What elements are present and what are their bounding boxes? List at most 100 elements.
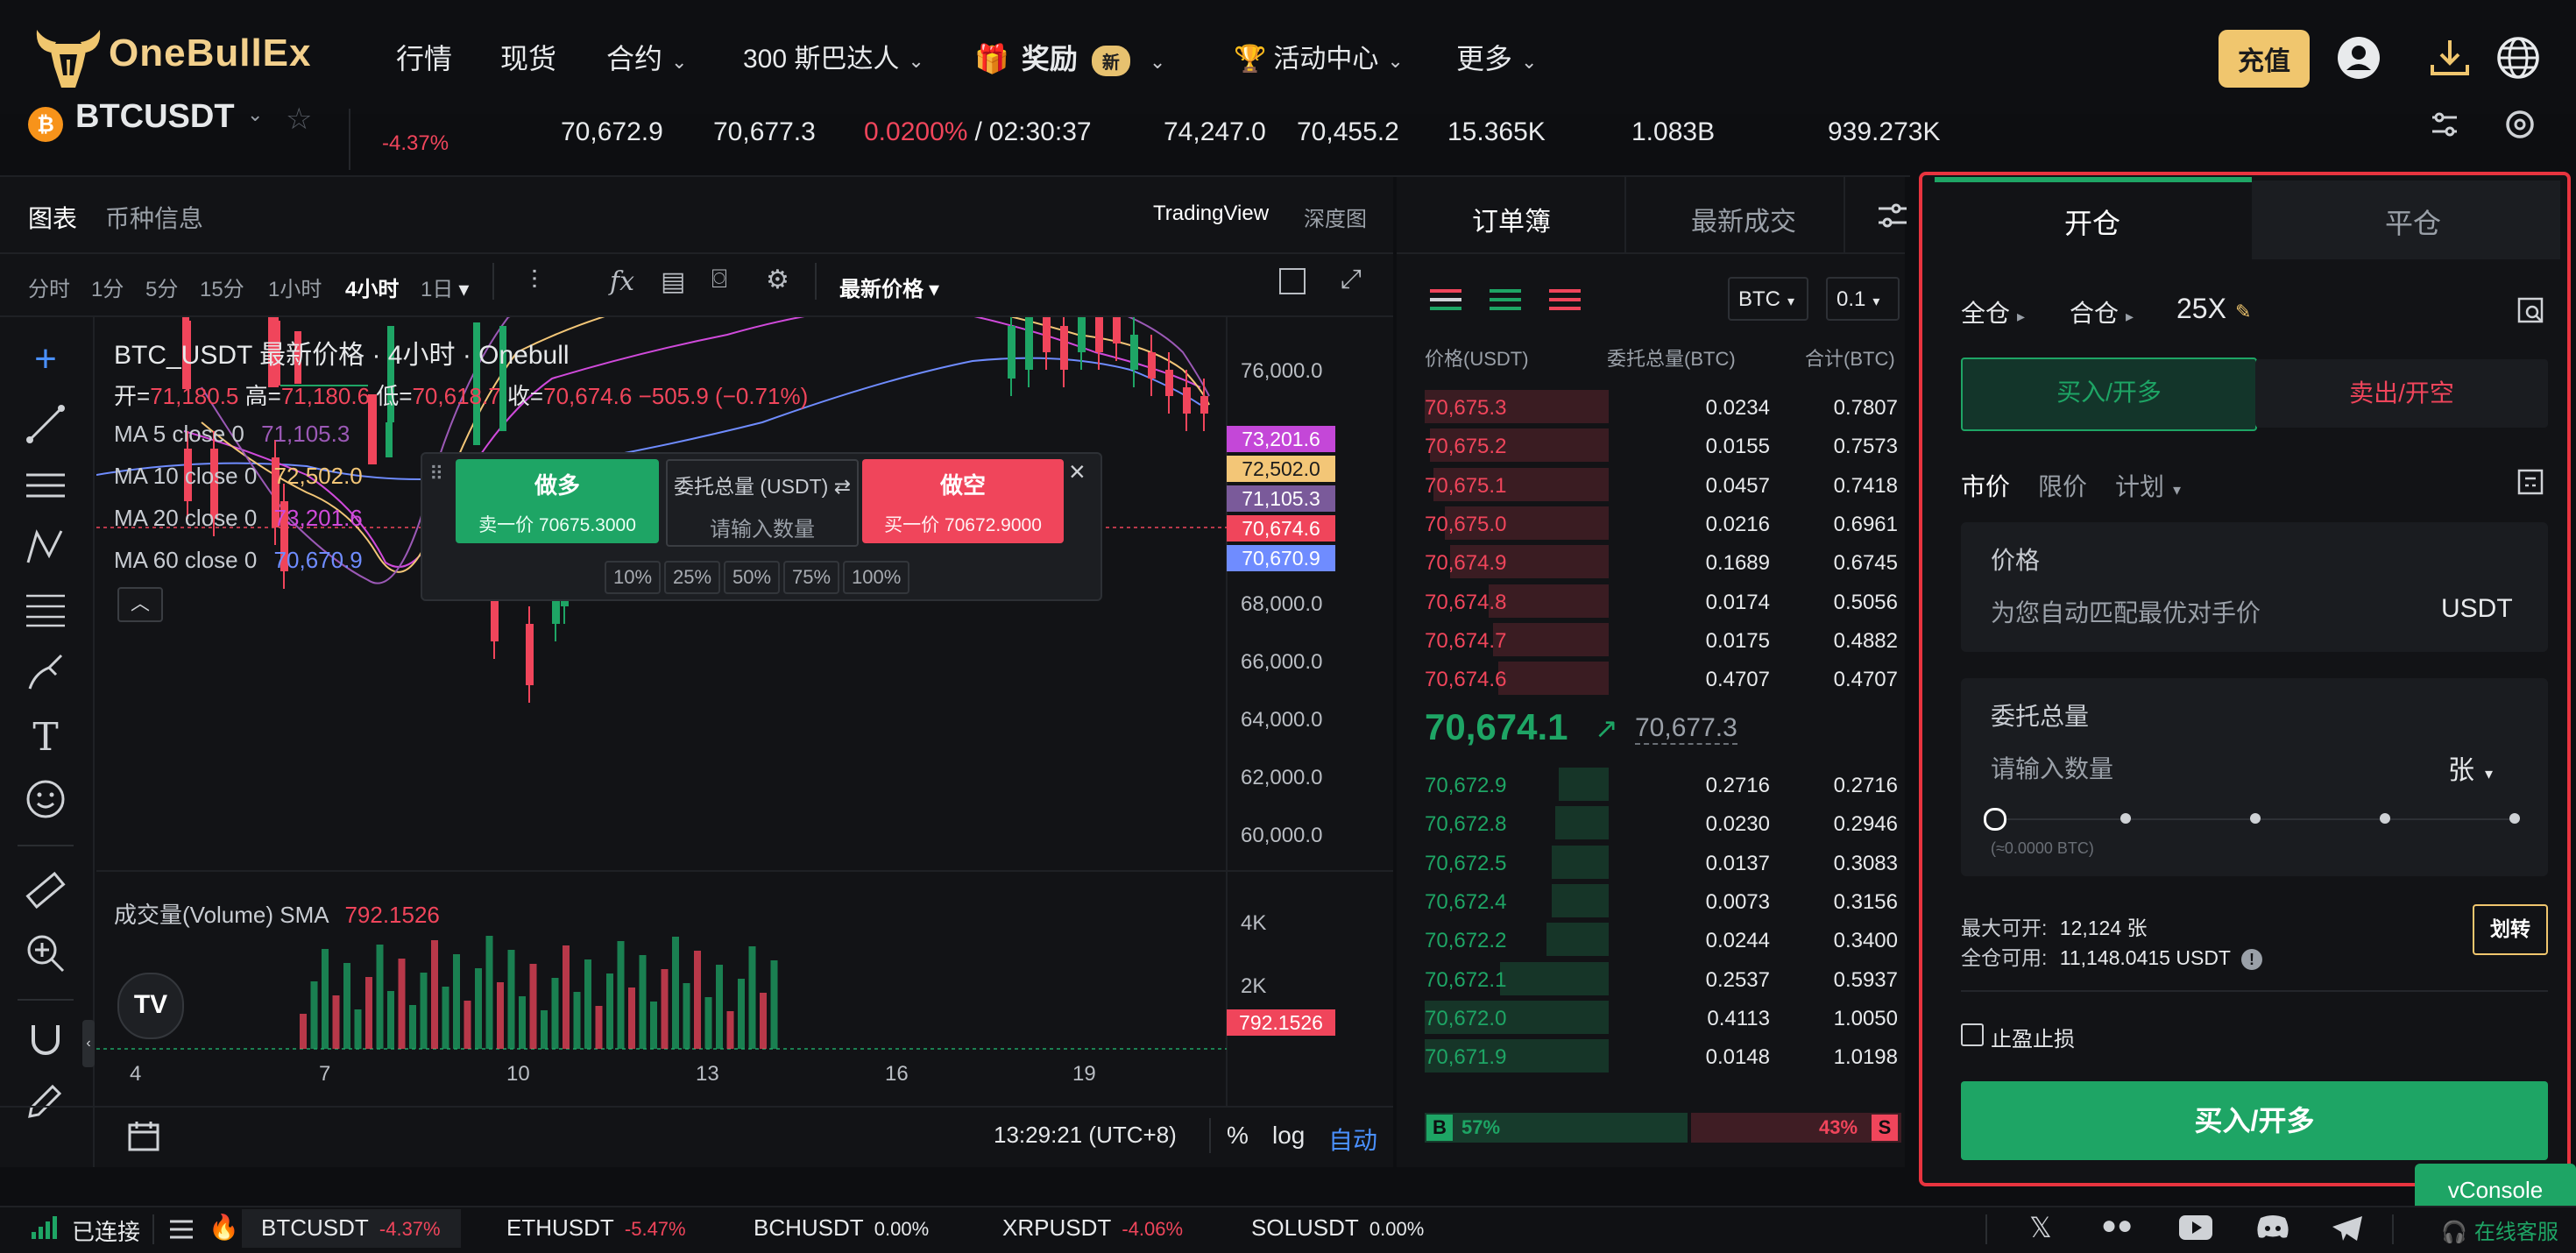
- quick-qty-input[interactable]: 请输入数量: [668, 512, 857, 542]
- swap-icon[interactable]: ⇄: [834, 475, 851, 498]
- book-asks-icon[interactable]: [1546, 284, 1584, 315]
- interval-15m[interactable]: 15分: [200, 272, 244, 302]
- log-scale-button[interactable]: log: [1272, 1122, 1305, 1150]
- ask-row[interactable]: 70,674.9 0.1689 0.6745: [1425, 542, 1905, 581]
- tpsl-checkbox[interactable]: [1961, 1023, 1984, 1046]
- window-icon[interactable]: [1279, 268, 1306, 294]
- pair-ticker[interactable]: XRPUSDT -4.06%: [1002, 1214, 1183, 1242]
- telegram-icon[interactable]: [2331, 1214, 2364, 1242]
- slider-tick[interactable]: [2380, 813, 2390, 824]
- online-support-link[interactable]: 🎧 在线客服: [2441, 1214, 2558, 1245]
- collapse-legend-icon[interactable]: ︿: [117, 587, 163, 622]
- side-buy-button[interactable]: 买入/开多: [1961, 357, 2257, 431]
- medium-icon[interactable]: ●●: [2101, 1211, 2133, 1241]
- brush-icon[interactable]: [23, 650, 68, 696]
- download-icon[interactable]: [2425, 33, 2474, 82]
- close-icon[interactable]: ×: [1069, 456, 1086, 488]
- crosshair-icon[interactable]: +: [23, 336, 68, 382]
- margin-mode-select[interactable]: 全仓 ▸: [1961, 294, 2025, 329]
- slider-tick[interactable]: [2120, 813, 2131, 824]
- tab-close-position[interactable]: 平仓: [2385, 202, 2441, 242]
- layout-icon[interactable]: ▤: [661, 266, 685, 297]
- pair-ticker[interactable]: SOLUSDT 0.00%: [1251, 1214, 1424, 1242]
- quick-short-button[interactable]: 做空 买一价 70672.9000: [862, 459, 1064, 543]
- quantity-input[interactable]: 请输入数量: [1991, 750, 2113, 785]
- tab-chart[interactable]: 图表: [28, 200, 77, 235]
- pair-ticker[interactable]: BTCUSDT -4.37%: [261, 1214, 441, 1242]
- position-mode-select[interactable]: 合仓 ▸: [2070, 294, 2134, 329]
- tradingview-logo[interactable]: TV: [117, 973, 184, 1039]
- chevron-down-icon[interactable]: ⌄: [247, 103, 263, 126]
- user-icon[interactable]: [2334, 33, 2383, 82]
- x-twitter-icon[interactable]: 𝕏: [2029, 1211, 2052, 1244]
- settings-icon[interactable]: ⚙: [766, 265, 789, 295]
- pct-75[interactable]: 75%: [783, 561, 840, 594]
- ask-row[interactable]: 70,674.8 0.0174 0.5056: [1425, 582, 1905, 620]
- interval-1m[interactable]: 1分: [91, 272, 124, 302]
- price-input-box[interactable]: [1961, 522, 2548, 652]
- list-icon[interactable]: [168, 1218, 195, 1241]
- fullscreen-icon[interactable]: ⤢: [1341, 265, 1362, 294]
- discord-icon[interactable]: [2255, 1214, 2290, 1241]
- ask-row[interactable]: 70,675.1 0.0457 0.7418: [1425, 465, 1905, 504]
- coin-select[interactable]: BTC ▾: [1728, 277, 1808, 321]
- interval-5m[interactable]: 5分: [145, 272, 178, 302]
- emoji-icon[interactable]: [23, 776, 68, 822]
- nav-market[interactable]: 行情: [396, 37, 452, 77]
- bid-row[interactable]: 70,672.9 0.2716 0.2716: [1425, 765, 1905, 803]
- pct-100[interactable]: 100%: [843, 561, 910, 594]
- ask-row[interactable]: 70,674.7 0.0175 0.4882: [1425, 620, 1905, 659]
- pair-ticker[interactable]: ETHUSDT -5.47%: [506, 1214, 686, 1242]
- pct-25[interactable]: 25%: [664, 561, 721, 594]
- quantity-slider-thumb[interactable]: [1984, 808, 2006, 831]
- calendar-range-icon[interactable]: [124, 1116, 163, 1155]
- interval-1d[interactable]: 1日 ▾: [421, 272, 469, 302]
- star-icon[interactable]: ☆: [286, 102, 312, 137]
- gear-icon[interactable]: [2501, 105, 2539, 144]
- nav-rewards[interactable]: 🎁 奖励新 ⌄: [974, 37, 1165, 77]
- tab-coin-info[interactable]: 币种信息: [105, 200, 203, 235]
- indicator-fx-icon[interactable]: fx: [610, 266, 634, 297]
- submit-buy-button[interactable]: 买入/开多: [1961, 1081, 2548, 1160]
- nav-activities[interactable]: 🏆 活动中心 ⌄: [1234, 37, 1404, 75]
- ruler-icon[interactable]: [23, 867, 68, 913]
- youtube-icon[interactable]: [2178, 1214, 2213, 1241]
- nav-contract[interactable]: 合约 ⌄: [606, 37, 687, 77]
- grid-calculator-icon[interactable]: [2516, 468, 2544, 496]
- drag-handle-icon[interactable]: ⠿: [429, 463, 443, 485]
- ask-row[interactable]: 70,675.2 0.0155 0.7573: [1425, 426, 1905, 464]
- tab-latest-trades[interactable]: 最新成交: [1691, 200, 1796, 238]
- order-type-limit[interactable]: 限价: [2038, 468, 2087, 503]
- price-type-select[interactable]: 最新价格 ▾: [839, 272, 939, 302]
- settings-sliders-icon[interactable]: [1875, 198, 1910, 233]
- ask-row[interactable]: 70,674.6 0.4707 0.4707: [1425, 659, 1905, 697]
- magnet-icon[interactable]: [23, 1016, 68, 1062]
- text-tool-icon[interactable]: T: [23, 715, 68, 761]
- slider-tick[interactable]: [2250, 813, 2261, 824]
- brand-name[interactable]: OneBullEx: [109, 32, 312, 75]
- tab-order-book[interactable]: 订单簿: [1472, 200, 1551, 238]
- nav-spot[interactable]: 现货: [500, 37, 556, 77]
- tab-depth[interactable]: 深度图: [1304, 202, 1367, 232]
- candlestick-icon[interactable]: ⫶: [531, 266, 538, 296]
- ticker-symbol[interactable]: BTCUSDT: [75, 98, 235, 128]
- bull-logo-icon[interactable]: [32, 23, 105, 93]
- tab-tradingview[interactable]: TradingView: [1153, 202, 1269, 226]
- interval-time[interactable]: 分时: [28, 272, 70, 302]
- bid-row[interactable]: 70,672.1 0.2537 0.5937: [1425, 959, 1905, 998]
- pct-50[interactable]: 50%: [724, 561, 781, 594]
- order-type-plan[interactable]: 计划 ▾: [2115, 468, 2181, 503]
- tpsl-label[interactable]: 止盈止损: [1991, 1022, 2075, 1052]
- order-type-market[interactable]: 市价: [1961, 468, 2010, 503]
- precision-select[interactable]: 0.1 ▾: [1826, 277, 1900, 321]
- interval-1h[interactable]: 1小时: [268, 272, 322, 302]
- calculator-icon[interactable]: [2516, 296, 2544, 324]
- bid-row[interactable]: 70,672.8 0.0230 0.2946: [1425, 803, 1905, 842]
- tab-open-position[interactable]: 开仓: [2064, 202, 2120, 242]
- collapse-tools-icon[interactable]: ‹: [82, 1020, 95, 1067]
- book-both-icon[interactable]: [1426, 284, 1465, 315]
- price-input[interactable]: 为您自动匹配最优对手价: [1991, 594, 2261, 629]
- ask-row[interactable]: 70,675.3 0.0234 0.7807: [1425, 387, 1905, 426]
- nav-spartans[interactable]: 300 斯巴达人 ⌄: [743, 37, 924, 75]
- zoom-in-icon[interactable]: [23, 931, 68, 976]
